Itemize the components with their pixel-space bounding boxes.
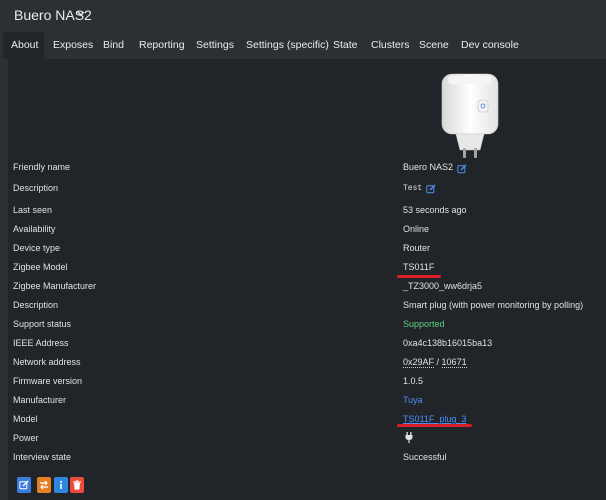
edit-friendly-name-icon[interactable]	[457, 164, 467, 174]
label-description-2: Description	[13, 300, 59, 310]
value-zigbee-model: TS011F	[403, 262, 435, 272]
tab-bind[interactable]: Bind	[103, 32, 124, 59]
value-description-2: Smart plug (with power monitoring by pol…	[403, 300, 584, 310]
label-zigbee-model: Zigbee Model	[13, 262, 68, 272]
device-image	[441, 73, 499, 158]
label-manufacturer: Manufacturer	[13, 395, 67, 405]
value-network-address: 0x29AF / 10671	[403, 357, 467, 368]
value-model-link[interactable]: TS011F_plug_3	[403, 414, 466, 424]
label-zigbee-manufacturer: Zigbee Manufacturer	[13, 281, 97, 291]
reconfigure-icon	[40, 480, 48, 490]
value-description: Test	[403, 184, 423, 193]
about-panel	[8, 59, 606, 500]
value-firmware-version: 1.0.5	[403, 376, 424, 386]
tab-state[interactable]: State	[333, 32, 358, 59]
annotation-underline-zigbee-model	[397, 275, 441, 278]
value-interview-state: Successful	[403, 452, 447, 462]
label-support-status: Support status	[13, 319, 72, 329]
value-device-type: Router	[403, 243, 431, 253]
tab-dev-console[interactable]: Dev console	[461, 32, 519, 59]
label-network-address: Network address	[13, 357, 81, 367]
value-last-seen: 53 seconds ago	[403, 205, 467, 215]
label-last-seen: Last seen	[13, 205, 53, 215]
label-friendly-name: Friendly name	[13, 162, 71, 172]
tab-about[interactable]: About	[3, 32, 44, 59]
label-interview-state: Interview state	[13, 452, 72, 462]
trash-icon	[73, 480, 81, 490]
plug-icon	[405, 432, 413, 443]
label-description: Description	[13, 183, 59, 193]
network-address-dec: 10671	[441, 357, 467, 368]
tab-clusters[interactable]: Clusters	[371, 32, 410, 59]
chevron-down-icon[interactable]	[76, 7, 86, 21]
network-address-separator: /	[434, 357, 442, 367]
value-ieee-address: 0xa4c138b16015ba13	[403, 338, 493, 348]
network-address-hex: 0x29AF	[403, 357, 435, 368]
tab-settings[interactable]: Settings	[196, 32, 234, 59]
edit-icon	[19, 480, 29, 490]
label-model: Model	[13, 414, 38, 424]
value-zigbee-manufacturer: _TZ3000_ww6drja5	[403, 281, 483, 291]
value-support-status[interactable]: Supported	[403, 319, 445, 329]
value-manufacturer[interactable]: Tuya	[403, 395, 423, 405]
header: Buero NAS2	[0, 0, 606, 32]
rename-button[interactable]	[17, 477, 31, 493]
info-button[interactable]	[54, 477, 68, 493]
value-friendly-name: Buero NAS2	[403, 162, 454, 172]
value-availability: Online	[403, 224, 430, 234]
tab-scene[interactable]: Scene	[419, 32, 449, 59]
label-ieee-address: IEEE Address	[13, 338, 69, 348]
label-device-type: Device type	[13, 243, 61, 253]
reconfigure-button[interactable]	[37, 477, 51, 493]
label-firmware-version: Firmware version	[13, 376, 83, 386]
tab-reporting[interactable]: Reporting	[139, 32, 185, 59]
delete-button[interactable]	[70, 477, 84, 493]
label-power: Power	[13, 433, 39, 443]
info-icon	[60, 480, 62, 489]
annotation-underline-model	[397, 424, 472, 427]
tab-settings-specific[interactable]: Settings (specific)	[246, 32, 329, 59]
tab-exposes[interactable]: Exposes	[53, 32, 93, 59]
label-availability: Availability	[13, 224, 56, 234]
tab-bar: About Exposes Bind Reporting Settings Se…	[0, 32, 606, 59]
edit-description-icon[interactable]	[426, 184, 436, 194]
